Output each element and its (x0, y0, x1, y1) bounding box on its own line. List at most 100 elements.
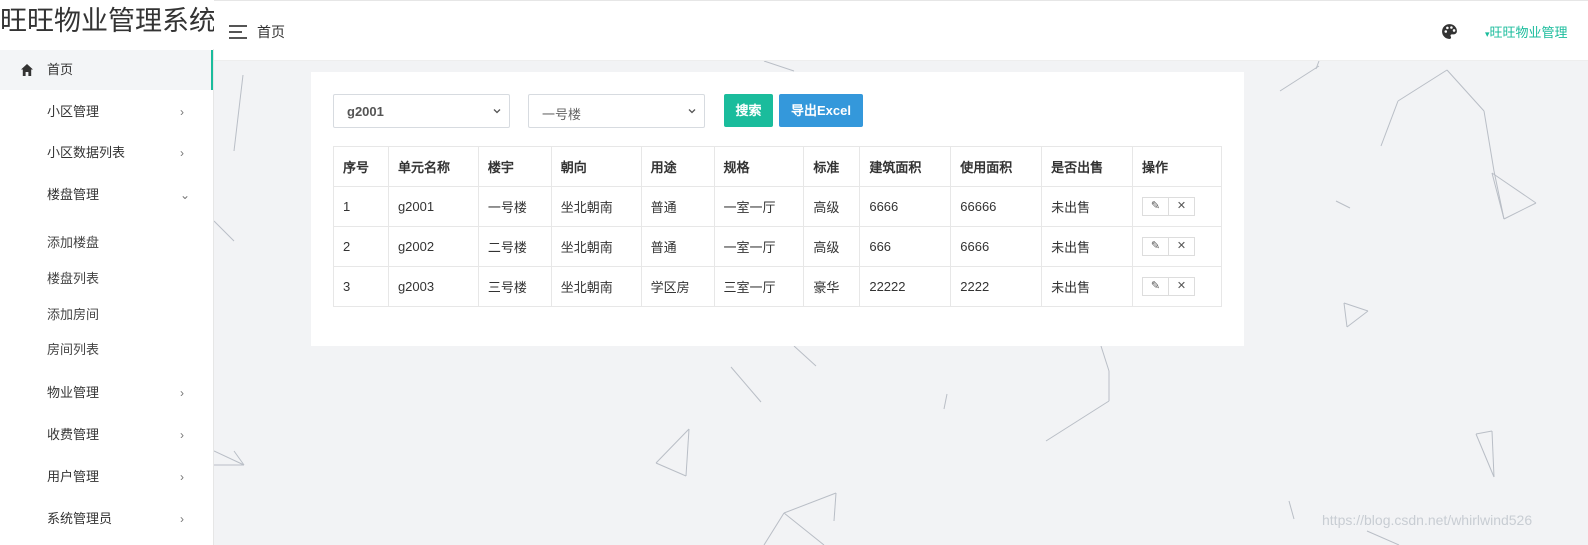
table-cell: 66666 (950, 186, 1043, 227)
export-excel-button[interactable]: 导出Excel (779, 94, 863, 127)
delete-icon[interactable]: ✕ (1168, 277, 1196, 296)
table-cell: 三号楼 (477, 266, 552, 307)
sidebar-item-users[interactable]: 用户管理 › (0, 457, 213, 497)
table-cell: g2003 (387, 266, 479, 307)
sidebar-item-label: 系统管理员 (47, 511, 113, 526)
column-header: 标准 (803, 146, 861, 187)
chevron-right-icon: › (180, 428, 184, 442)
sidebar-item-community-data[interactable]: 小区数据列表 › (0, 133, 213, 173)
chevron-down-icon: ⌄ (180, 188, 191, 202)
app-logo-title: 旺旺物业管理系统 (0, 6, 214, 36)
column-header: 是否出售 (1041, 146, 1134, 187)
sidebar-item-label: 小区数据列表 (47, 145, 126, 160)
menu-toggle-icon[interactable] (229, 25, 247, 39)
table-cell: 2 (333, 226, 389, 267)
edit-icon[interactable]: ✎ (1142, 277, 1170, 296)
table-cell: 坐北朝南 (550, 226, 642, 267)
delete-icon[interactable]: ✕ (1168, 237, 1196, 256)
sidebar-item-label: 小区管理 (47, 104, 100, 119)
filter-and-table-panel: g2001 一号楼 搜索 导出Excel 序号 单元名称 楼宇 朝向 用途 规格… (311, 72, 1244, 346)
table-cell: 2222 (950, 266, 1043, 307)
chevron-right-icon: › (180, 146, 184, 160)
sidebar-item-admins[interactable]: 系统管理员 › (0, 499, 213, 539)
table-cell: 坐北朝南 (550, 186, 642, 227)
sidebar-item-home[interactable]: 首页 (0, 50, 213, 90)
table-cell: 未出售 (1041, 266, 1134, 307)
sidebar-item-label: 楼盘管理 (47, 187, 100, 202)
building-select-value: 一号楼 (542, 107, 582, 122)
top-header: 首页 ▾旺旺物业管理 (214, 0, 1588, 61)
sidebar-item-community[interactable]: 小区管理 › (0, 92, 213, 132)
room-table: 序号 单元名称 楼宇 朝向 用途 规格 标准 建筑面积 使用面积 是否出售 操作… (333, 146, 1222, 307)
table-cell: 三室一厅 (713, 266, 805, 307)
watermark: https://blog.csdn.net/whirlwind526 (1322, 512, 1533, 528)
table-cell: 普通 (640, 186, 715, 227)
column-header: 规格 (713, 146, 805, 187)
chevron-right-icon: › (180, 512, 184, 526)
unit-select-value: g2001 (347, 104, 384, 119)
sidebar-item-property[interactable]: 物业管理 › (0, 373, 213, 413)
sidebar-item-label: 收费管理 (47, 427, 100, 442)
table-cell: g2002 (387, 226, 479, 267)
table-cell: 未出售 (1041, 226, 1134, 267)
chevron-right-icon: › (180, 386, 184, 400)
sidebar-item-fees[interactable]: 收费管理 › (0, 415, 213, 455)
sidebar-subitem-add-building[interactable]: 添加楼盘 (47, 232, 99, 251)
table-cell: 豪华 (803, 266, 861, 307)
building-select[interactable]: 一号楼 (528, 94, 705, 128)
table-cell: 高级 (803, 226, 861, 267)
sidebar-item-building[interactable]: 楼盘管理 ⌄ (0, 175, 213, 215)
sidebar-subitem-add-room[interactable]: 添加房间 (47, 304, 99, 323)
column-header: 序号 (333, 146, 389, 187)
table-cell: 高级 (803, 186, 861, 227)
table-cell: 22222 (859, 266, 952, 307)
column-header: 使用面积 (950, 146, 1043, 187)
breadcrumb[interactable]: 首页 (257, 22, 285, 42)
search-button[interactable]: 搜索 (724, 94, 773, 127)
table-cell: 3 (333, 266, 389, 307)
table-row: 3 g2003 三号楼 坐北朝南 学区房 三室一厅 豪华 22222 2222 … (333, 266, 1222, 307)
column-header: 建筑面积 (859, 146, 952, 187)
column-header: 单元名称 (387, 146, 479, 187)
table-row: 1 g2001 一号楼 坐北朝南 普通 一室一厅 高级 6666 66666 未… (333, 186, 1222, 227)
table-cell: 6666 (950, 226, 1043, 267)
user-name: 旺旺物业管理 (1489, 25, 1568, 40)
table-header-row: 序号 单元名称 楼宇 朝向 用途 规格 标准 建筑面积 使用面积 是否出售 操作 (333, 146, 1222, 187)
sidebar-item-label: 首页 (47, 62, 74, 77)
edit-icon[interactable]: ✎ (1142, 237, 1170, 256)
actions-cell: ✎ ✕ (1132, 266, 1222, 307)
table-cell: 未出售 (1041, 186, 1134, 227)
sidebar-subitem-building-list[interactable]: 楼盘列表 (47, 268, 99, 287)
sidebar-subitem-room-list[interactable]: 房间列表 (47, 339, 99, 358)
table-cell: 坐北朝南 (550, 266, 642, 307)
column-header: 楼宇 (477, 146, 552, 187)
actions-cell: ✎ ✕ (1132, 226, 1222, 267)
chevron-down-icon (688, 109, 696, 114)
table-cell: 一号楼 (477, 186, 552, 227)
table-cell: 普通 (640, 226, 715, 267)
chevron-right-icon: › (180, 470, 184, 484)
table-cell: 1 (333, 186, 389, 227)
table-cell: 一室一厅 (713, 186, 805, 227)
theme-palette-icon[interactable] (1441, 23, 1458, 40)
table-cell: 666 (859, 226, 952, 267)
chevron-right-icon: › (180, 105, 184, 119)
home-icon (21, 64, 33, 76)
column-header: 操作 (1132, 146, 1222, 187)
delete-icon[interactable]: ✕ (1168, 197, 1196, 216)
sidebar-item-label: 物业管理 (47, 385, 100, 400)
main-content: g2001 一号楼 搜索 导出Excel 序号 单元名称 楼宇 朝向 用途 规格… (214, 61, 1588, 545)
column-header: 朝向 (550, 146, 642, 187)
table-cell: 二号楼 (477, 226, 552, 267)
table-row: 2 g2002 二号楼 坐北朝南 普通 一室一厅 高级 666 6666 未出售… (333, 226, 1222, 267)
table-cell: 一室一厅 (713, 226, 805, 267)
column-header: 用途 (640, 146, 715, 187)
edit-icon[interactable]: ✎ (1142, 197, 1170, 216)
user-menu[interactable]: ▾旺旺物业管理 (1485, 22, 1568, 41)
table-cell: 6666 (859, 186, 952, 227)
chevron-down-icon (493, 109, 501, 114)
sidebar: 首页 小区管理 › 小区数据列表 › 楼盘管理 ⌄ 添加楼盘 楼盘列表 添加房间… (0, 49, 214, 545)
table-cell: g2001 (387, 186, 479, 227)
table-cell: 学区房 (640, 266, 715, 307)
unit-select[interactable]: g2001 (333, 94, 510, 128)
